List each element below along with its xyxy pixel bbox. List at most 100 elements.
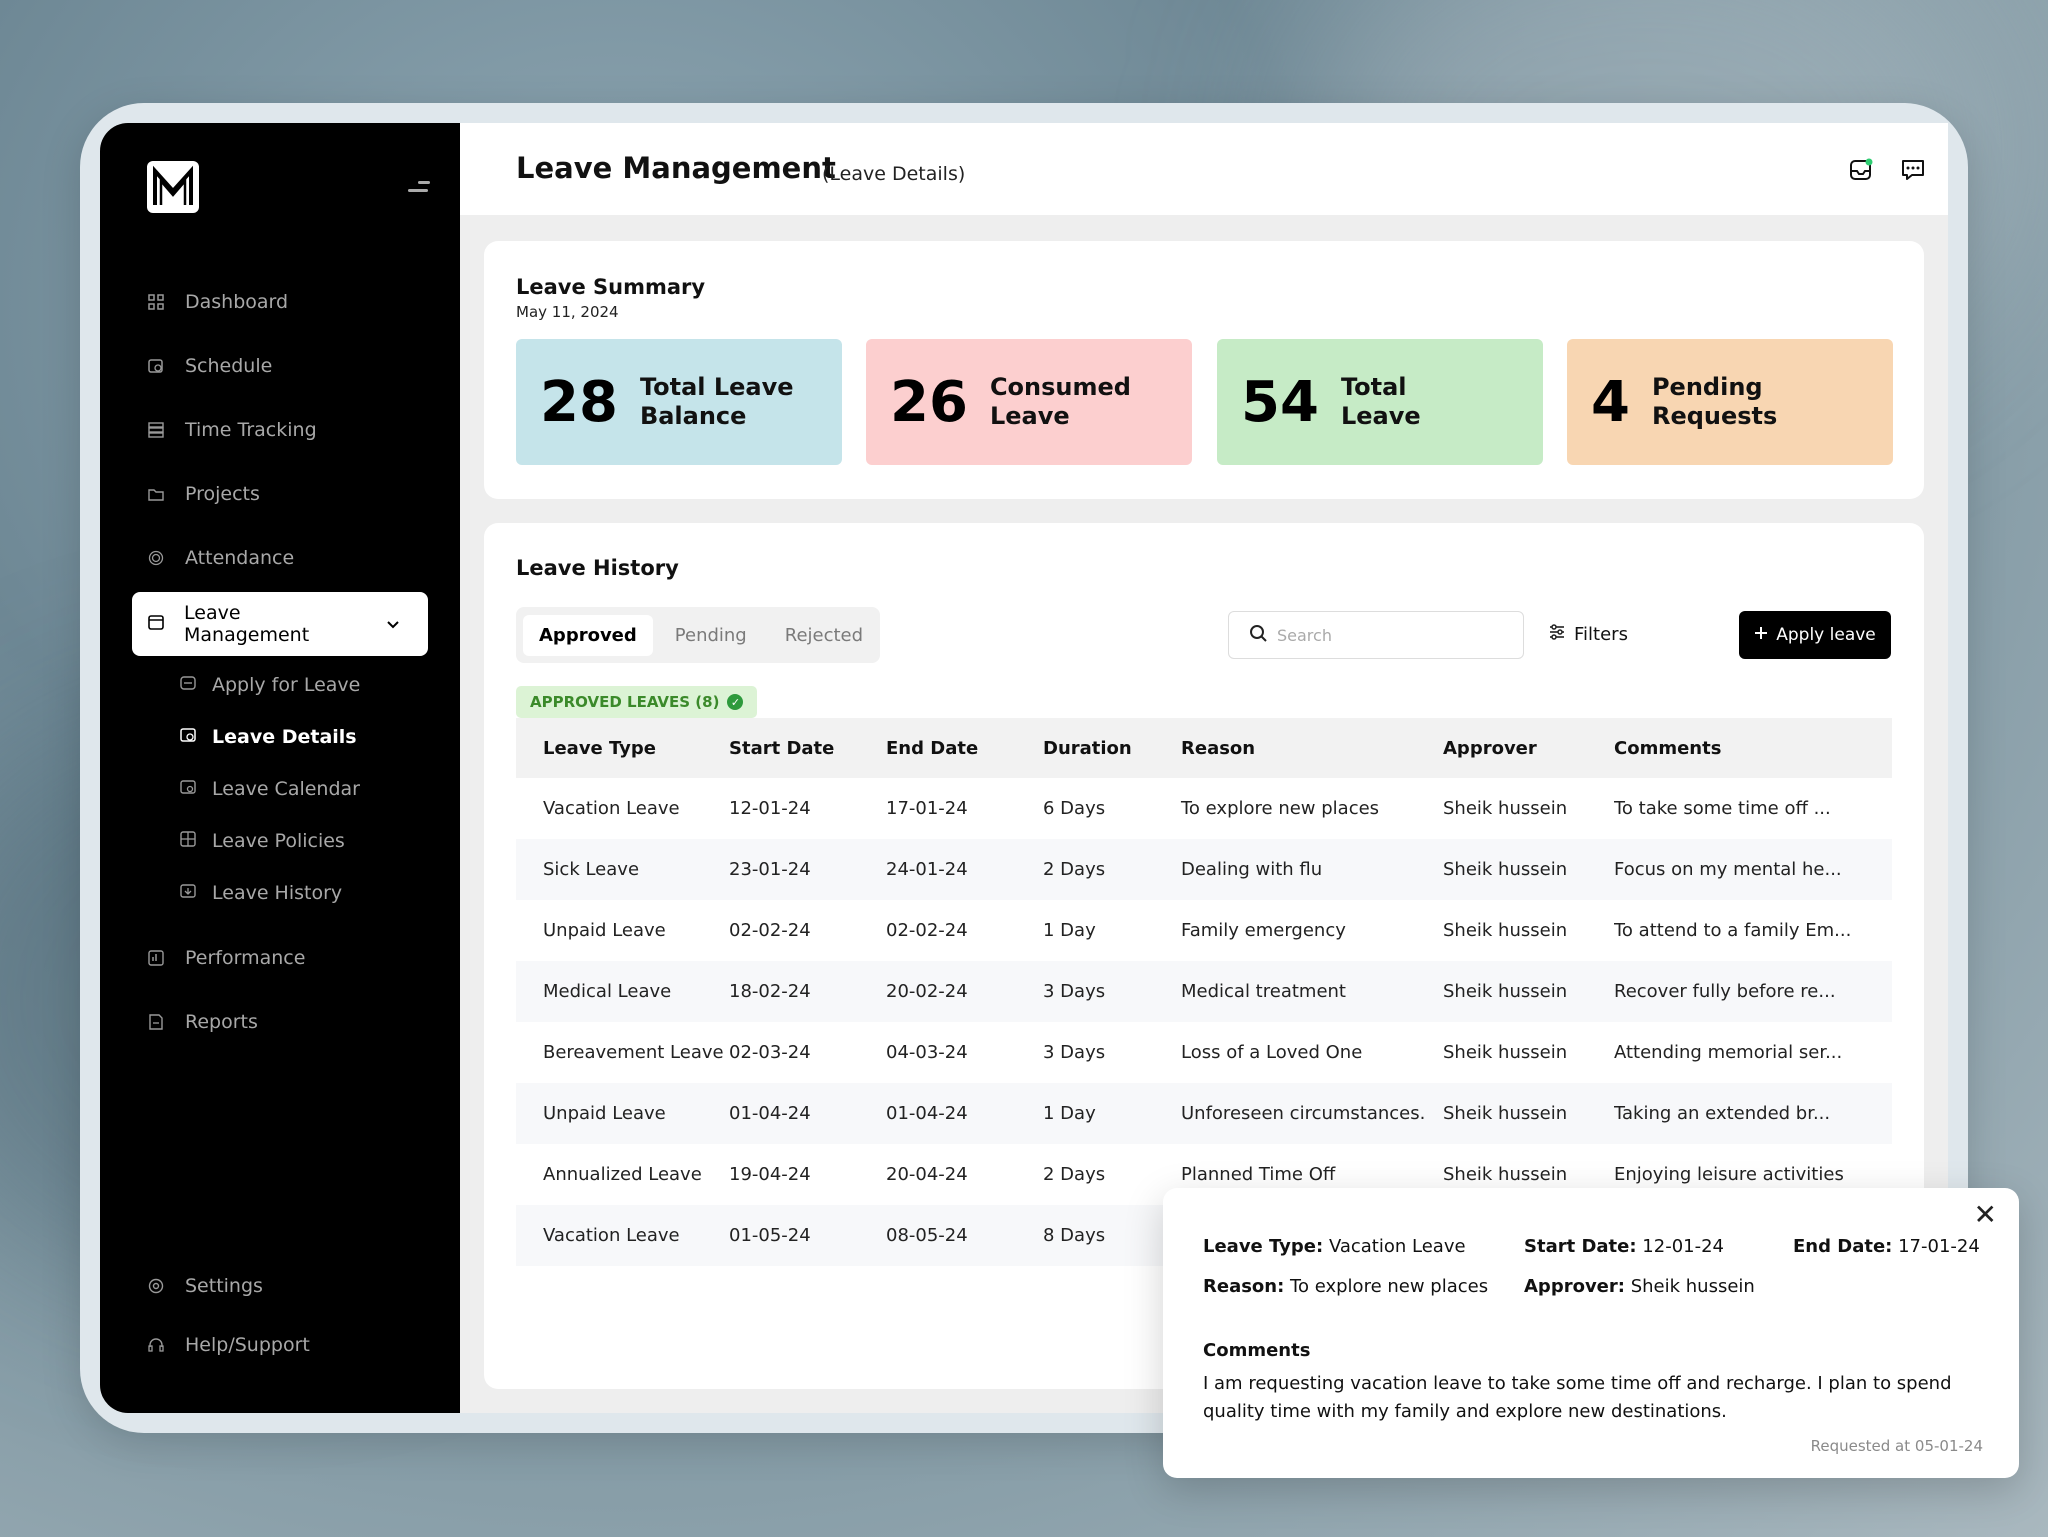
popup-reason: Reason: To explore new places <box>1203 1276 1489 1297</box>
plus-icon <box>1754 625 1768 645</box>
table-cell: 04-03-24 <box>886 1042 968 1063</box>
stat-value: 26 <box>890 369 968 435</box>
table-cell: 1 Day <box>1043 1103 1096 1124</box>
popup-approver: Approver: Sheik hussein <box>1524 1276 1755 1297</box>
table-row[interactable]: Unpaid Leave 02-02-24 02-02-24 1 Day Family … <box>516 900 1892 961</box>
leave-table: Leave Type Start Date End Date Duration … <box>516 718 1892 1266</box>
table-cell: 17-01-24 <box>886 798 968 819</box>
sidebar-item-projects[interactable]: Projects <box>147 478 260 510</box>
inbox-icon[interactable] <box>1848 157 1874 183</box>
apply-leave-button[interactable]: Apply leave <box>1739 611 1891 659</box>
table-cell: Unpaid Leave <box>543 1103 666 1124</box>
column-header[interactable]: Comments <box>1614 738 1854 759</box>
sidebar-item-reports[interactable]: Reports <box>147 1006 258 1038</box>
table-cell: Sheik hussein <box>1443 859 1568 880</box>
sidebar-item-attendance[interactable]: Attendance <box>147 542 294 574</box>
collapse-menu-icon[interactable] <box>408 181 430 195</box>
table-cell: 02-02-24 <box>886 920 968 941</box>
table-cell: Dealing with flu <box>1181 859 1323 880</box>
chat-icon[interactable] <box>1900 157 1926 183</box>
sidebar-item-label: Attendance <box>185 547 295 569</box>
table-cell: 08-05-24 <box>886 1225 968 1246</box>
table-row[interactable]: Medical Leave 18-02-24 20-02-24 3 Days Medic… <box>516 961 1892 1022</box>
calendar-check-icon <box>180 726 196 748</box>
stat-value: 4 <box>1591 369 1630 435</box>
sidebar-item-label: Schedule <box>185 355 273 377</box>
sidebar-item-label: Settings <box>185 1275 263 1297</box>
table-cell: Attending memorial ser... <box>1614 1042 1843 1063</box>
sidebar-item-help-support[interactable]: Help/Support <box>147 1329 310 1361</box>
sidebar-item-leave-management[interactable]: Leave Management <box>132 592 428 656</box>
subitem-apply-for-leave[interactable]: Apply for Leave <box>180 674 360 696</box>
table-row[interactable]: Vacation Leave 12-01-24 17-01-24 6 Days To e… <box>516 778 1892 839</box>
table-cell: Sheik hussein <box>1443 1103 1568 1124</box>
stat-label: Total Leave <box>1340 373 1421 430</box>
leave-detail-popup: ✕ Leave Type: Vacation Leave Start Date:… <box>1163 1188 2019 1478</box>
bar-chart-icon <box>147 949 165 967</box>
column-header[interactable]: Approver <box>1443 738 1614 759</box>
stat-label: Pending Requests <box>1651 373 1778 430</box>
column-header[interactable]: End Date <box>886 738 1043 759</box>
calendar-search-icon <box>180 778 196 800</box>
subitem-label: Leave Details <box>212 726 357 748</box>
tab-pending[interactable]: Pending <box>659 615 763 656</box>
sidebar-item-settings[interactable]: Settings <box>147 1270 263 1302</box>
sidebar-item-dashboard[interactable]: Dashboard <box>147 286 288 318</box>
app-logo[interactable] <box>147 161 199 213</box>
table-cell: To attend to a family Em... <box>1614 920 1852 941</box>
stat-total-leave-balance: 28 Total Leave Balance <box>516 339 842 465</box>
sidebar-item-schedule[interactable]: Schedule <box>147 350 272 382</box>
sidebar-item-time-tracking[interactable]: Time Tracking <box>147 414 317 446</box>
calendar-download-icon <box>180 882 196 904</box>
column-header[interactable]: Leave Type <box>543 738 756 759</box>
subitem-label: Leave Policies <box>212 830 345 852</box>
subitem-leave-calendar[interactable]: Leave Calendar <box>180 778 360 800</box>
table-cell: Focus on my mental he... <box>1614 859 1842 880</box>
table-cell: Sheik hussein <box>1443 981 1568 1002</box>
document-icon <box>147 1013 165 1031</box>
sidebar-item-label: Performance <box>185 947 306 969</box>
table-cell: Enjoying leisure activities <box>1614 1164 1844 1185</box>
popup-start-date: Start Date: 12-01-24 <box>1524 1236 1724 1257</box>
envelope-icon <box>180 674 196 696</box>
table-cell: Taking an extended br... <box>1614 1103 1831 1124</box>
subitem-leave-details[interactable]: Leave Details <box>180 726 357 748</box>
table-cell: Sheik hussein <box>1443 798 1568 819</box>
subitem-label: Apply for Leave <box>212 674 361 696</box>
stat-total-leave: 54 Total Leave <box>1217 339 1543 465</box>
table-row[interactable]: Bereavement Leave 02-03-24 04-03-24 3 Days L… <box>516 1022 1892 1083</box>
stat-label: Consumed Leave <box>989 373 1131 430</box>
table-cell: Unforeseen circumstances. <box>1181 1103 1426 1124</box>
table-cell: To take some time off ... <box>1614 798 1831 819</box>
column-header[interactable]: Reason <box>1181 738 1443 759</box>
search-input[interactable] <box>1277 625 1497 645</box>
sidebar-item-performance[interactable]: Performance <box>147 942 305 974</box>
page-subtitle: (Leave Details) <box>822 163 966 185</box>
popup-comments-title: Comments <box>1203 1340 1311 1361</box>
filters-button[interactable]: Filters <box>1548 623 1628 646</box>
tab-rejected[interactable]: Rejected <box>769 615 879 656</box>
subitem-leave-policies[interactable]: Leave Policies <box>180 830 345 852</box>
top-bar: Leave Management (Leave Details) <box>460 123 1948 215</box>
status-tabs: Approved Pending Rejected <box>516 607 880 663</box>
sidebar-item-label: Reports <box>185 1011 258 1033</box>
folder-icon <box>147 485 165 503</box>
table-cell: 2 Days <box>1043 859 1106 880</box>
table-cell: 01-04-24 <box>886 1103 968 1124</box>
table-cell: Bereavement Leave <box>543 1042 724 1063</box>
close-icon[interactable]: ✕ <box>1974 1198 1997 1231</box>
table-cell: Family emergency <box>1181 920 1346 941</box>
popup-requested-at: Requested at 05-01-24 <box>1810 1437 1983 1455</box>
subitem-leave-history[interactable]: Leave History <box>180 882 342 904</box>
popup-leave-type: Leave Type: Vacation Leave <box>1203 1236 1466 1257</box>
tab-approved[interactable]: Approved <box>523 614 653 656</box>
headset-icon <box>147 1336 165 1354</box>
table-row[interactable]: Sick Leave 23-01-24 24-01-24 2 Days Dealing … <box>516 839 1892 900</box>
table-cell: 3 Days <box>1043 981 1106 1002</box>
table-row[interactable]: Unpaid Leave 01-04-24 01-04-24 1 Day Unfore… <box>516 1083 1892 1144</box>
sidebar-item-label: Help/Support <box>185 1334 310 1356</box>
column-header[interactable]: Duration <box>1043 738 1181 759</box>
stat-value: 28 <box>540 369 618 435</box>
table-cell: Loss of a Loved One <box>1181 1042 1363 1063</box>
sliders-icon <box>1548 623 1566 646</box>
